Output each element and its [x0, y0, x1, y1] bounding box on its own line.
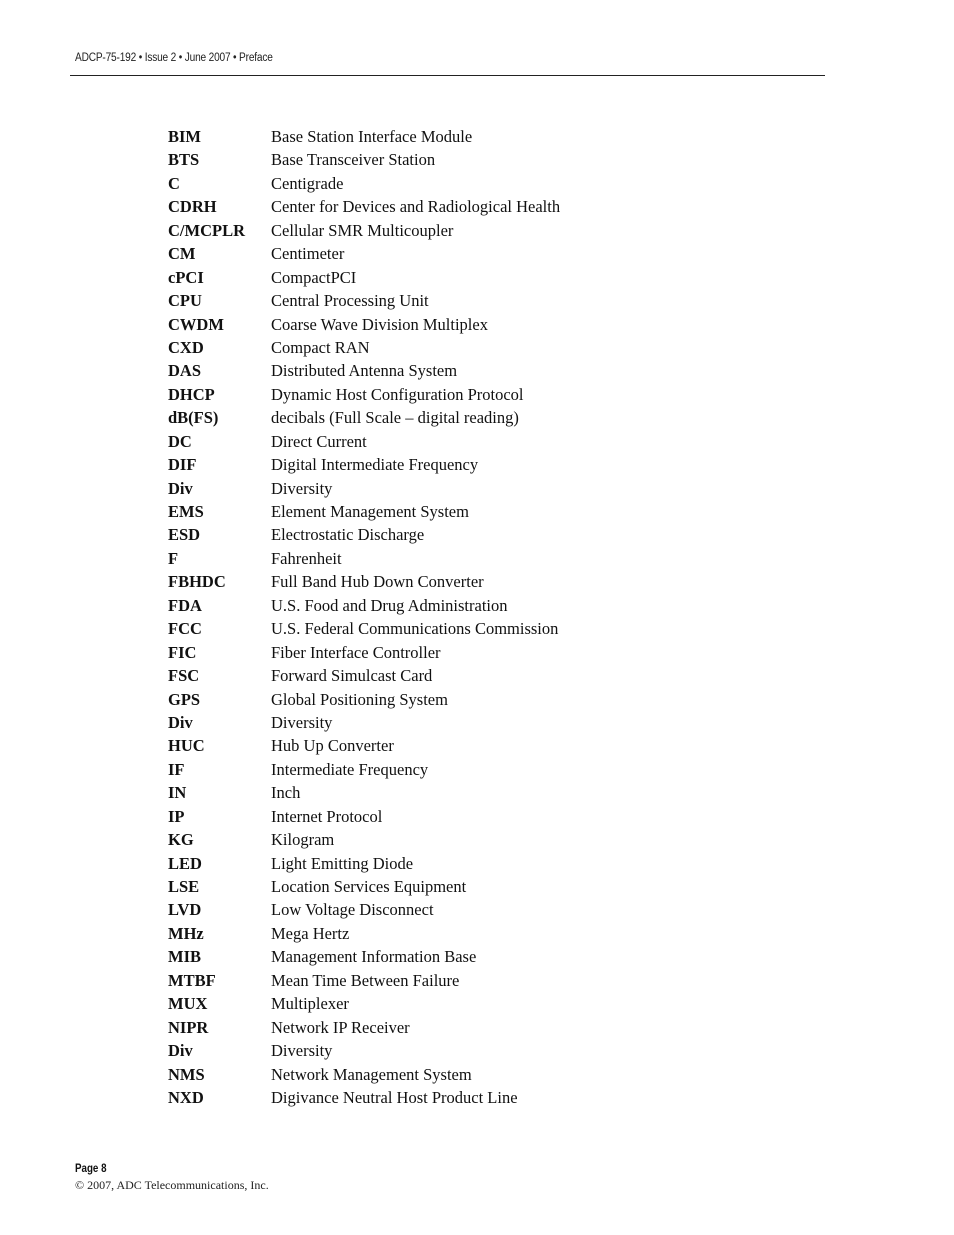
running-header: ADCP-75-192 • Issue 2 • June 2007 • Pref… — [75, 52, 273, 64]
glossary-term: C — [168, 173, 180, 193]
page-number: Page 8 — [75, 1163, 107, 1175]
glossary-term: MIB — [168, 947, 201, 967]
glossary-term: IF — [168, 759, 185, 779]
glossary-definition: Centigrade — [271, 173, 344, 193]
glossary-definition: U.S. Federal Communications Commission — [271, 619, 559, 639]
glossary-term: CXD — [168, 337, 204, 357]
glossary-term: NIPR — [168, 1017, 209, 1037]
glossary-term: cPCI — [168, 267, 204, 287]
glossary-term: IP — [168, 806, 185, 826]
glossary-definition: Cellular SMR Multicoupler — [271, 220, 454, 240]
glossary-term: FBHDC — [168, 572, 226, 592]
glossary-term: LVD — [168, 900, 202, 920]
glossary-definition: Intermediate Frequency — [271, 759, 429, 779]
glossary-term: CM — [168, 244, 196, 264]
glossary-definition: decibals (Full Scale – digital reading) — [271, 408, 519, 428]
glossary-definition: Low Voltage Disconnect — [271, 900, 434, 920]
glossary-definition: Centimeter — [271, 244, 345, 264]
glossary-term: BIM — [168, 127, 201, 146]
glossary-definition: Base Transceiver Station — [271, 150, 436, 170]
glossary-definition: Network IP Receiver — [271, 1017, 410, 1037]
glossary-definition: Compact RAN — [271, 337, 370, 357]
glossary-definition: Fiber Interface Controller — [271, 642, 441, 662]
glossary-term: IN — [168, 783, 187, 803]
glossary-definition: Management Information Base — [271, 947, 477, 967]
glossary-definition: Dynamic Host Configuration Protocol — [271, 384, 524, 404]
glossary-definition: Digivance Neutral Host Product Line — [271, 1087, 518, 1107]
glossary-term: Div — [168, 478, 193, 498]
glossary-term: KG — [168, 830, 194, 850]
glossary-definition: Mega Hertz — [271, 923, 350, 943]
header-divider — [70, 75, 825, 76]
glossary-definition: Diversity — [271, 1041, 333, 1061]
glossary-term: F — [168, 548, 179, 568]
glossary-term: GPS — [168, 689, 201, 709]
glossary-definition: Coarse Wave Division Multiplex — [271, 314, 488, 334]
glossary-definition: Location Services Equipment — [271, 877, 467, 896]
glossary-term: dB(FS) — [168, 408, 219, 428]
glossary-definition: Global Positioning System — [271, 689, 448, 709]
glossary-term: NXD — [168, 1087, 204, 1107]
glossary-definition: CompactPCI — [271, 267, 357, 287]
glossary-definition: Electrostatic Discharge — [271, 525, 425, 545]
glossary-definition: Network Management System — [271, 1064, 472, 1084]
glossary-term: Div — [168, 1041, 193, 1061]
glossary-definition: Direct Current — [271, 431, 367, 451]
glossary-term: CWDM — [168, 314, 224, 334]
glossary-term: DAS — [168, 361, 202, 381]
glossary-definition: Full Band Hub Down Converter — [271, 572, 484, 592]
glossary-term: Div — [168, 712, 193, 732]
glossary-definition: Diversity — [271, 478, 333, 498]
glossary-term: DIF — [168, 455, 197, 475]
glossary-term: FDA — [168, 595, 202, 615]
glossary-term: HUC — [168, 736, 205, 756]
glossary-definition: Center for Devices and Radiological Heal… — [271, 197, 561, 217]
glossary-term: DHCP — [168, 384, 215, 404]
glossary-term: FCC — [168, 619, 202, 639]
glossary-definition: Hub Up Converter — [271, 736, 394, 756]
glossary-definition: Distributed Antenna System — [271, 361, 458, 381]
glossary-definition: U.S. Food and Drug Administration — [271, 595, 508, 615]
glossary-definition: Mean Time Between Failure — [271, 970, 460, 990]
glossary-definition: Fahrenheit — [271, 548, 342, 568]
glossary-term: LSE — [168, 877, 200, 896]
glossary-term: ESD — [168, 525, 201, 545]
glossary-definition: Element Management System — [271, 502, 469, 521]
glossary-term: FSC — [168, 666, 200, 686]
glossary-definition: Inch — [271, 783, 301, 803]
copyright-notice: © 2007, ADC Telecommunications, Inc. — [75, 1178, 269, 1192]
glossary-definition: Multiplexer — [271, 994, 349, 1014]
glossary-term: C/MCPLR — [168, 220, 245, 240]
glossary-definition: Digital Intermediate Frequency — [271, 455, 479, 475]
glossary-term: EMS — [168, 502, 204, 521]
glossary-definition: Base Station Interface Module — [271, 127, 473, 146]
glossary-term: CDRH — [168, 197, 217, 217]
glossary-term: CPU — [168, 291, 202, 311]
glossary-definition: Internet Protocol — [271, 806, 383, 826]
glossary-term: FIC — [168, 642, 197, 662]
glossary-definition: Forward Simulcast Card — [271, 666, 433, 686]
glossary-definition: Light Emitting Diode — [271, 853, 414, 873]
glossary-definition: Central Processing Unit — [271, 291, 429, 311]
glossary-term: NMS — [168, 1064, 205, 1084]
glossary-term: BTS — [168, 150, 200, 170]
glossary-definition: Diversity — [271, 712, 333, 732]
glossary-term: LED — [168, 853, 202, 873]
glossary-definition: Kilogram — [271, 830, 335, 850]
glossary-term: MTBF — [168, 970, 216, 990]
glossary-term: DC — [168, 431, 192, 451]
glossary-term: MUX — [168, 994, 208, 1014]
glossary-term: MHz — [168, 923, 204, 943]
